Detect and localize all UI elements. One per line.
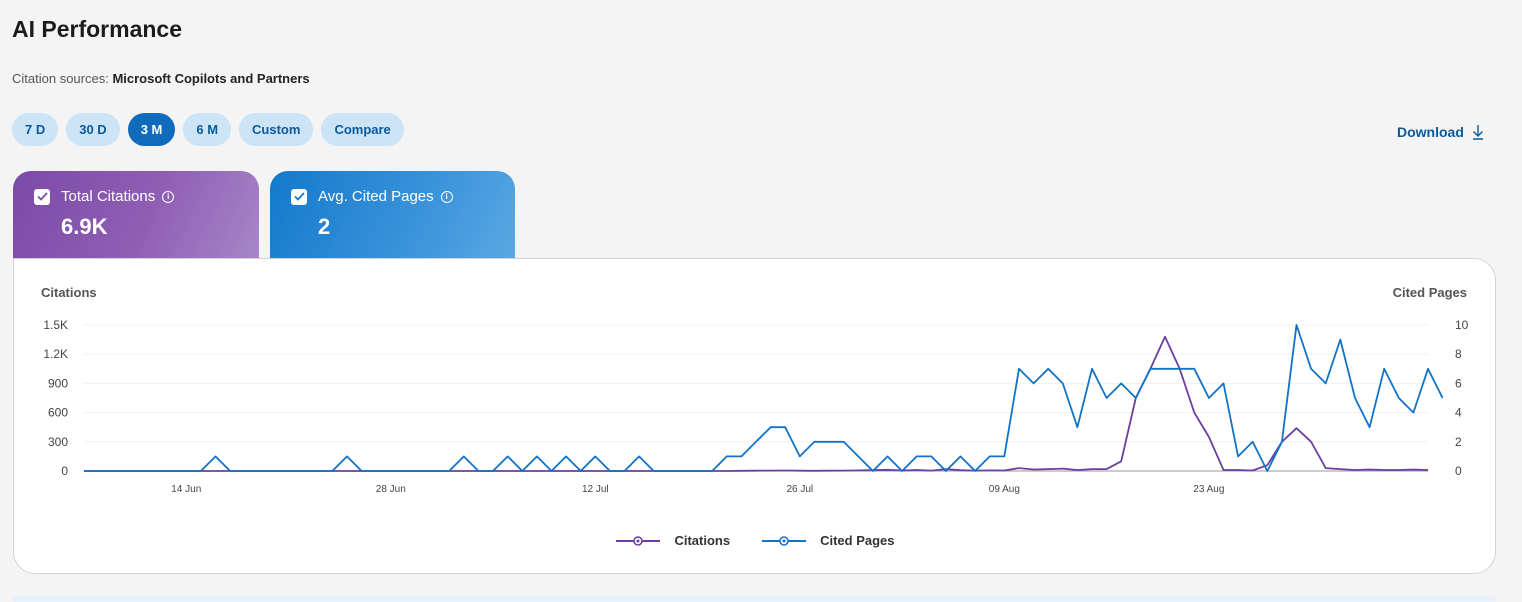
range-30d-button[interactable]: 30 D [66, 113, 120, 146]
avg-cited-pages-card[interactable]: Avg. Cited Pages i 2 [270, 171, 515, 261]
cited-pages-series-line [84, 324, 1444, 472]
y-right-tick-label: 4 [1455, 406, 1462, 420]
download-label: Download [1397, 124, 1464, 140]
range-compare-button[interactable]: Compare [321, 113, 404, 146]
chart-panel: Citations Cited Pages 0 0 300 2 600 4 900 6 1.2K… [13, 258, 1496, 574]
line-chart: 0 0 300 2 600 4 900 6 1.2K 8 1.5K 10 14 Jun 28 Jun 12 … [43, 318, 1469, 495]
total-citations-checkbox[interactable] [34, 188, 50, 205]
y-left-tick-label: 300 [48, 435, 68, 449]
date-range-selector: 7 D 30 D 3 M 6 M Custom Compare [12, 113, 404, 146]
total-citations-card[interactable]: Total Citations i 6.9K [13, 171, 259, 261]
y-right-tick-label: 8 [1455, 347, 1462, 361]
total-citations-value: 6.9K [61, 214, 108, 239]
x-tick-label: 26 Jul [786, 484, 813, 495]
legend-citations-label: Citations [674, 533, 731, 548]
y-left-tick-label: 900 [48, 376, 68, 390]
download-icon [1472, 125, 1483, 140]
legend-citations[interactable]: Citations [616, 533, 730, 548]
avg-cited-pages-label: Avg. Cited Pages [318, 188, 434, 205]
x-tick-label: 14 Jun [171, 484, 201, 495]
legend-cited-pages-label: Cited Pages [820, 533, 895, 548]
info-icon[interactable]: i [440, 190, 453, 203]
range-3m-button[interactable]: 3 M [127, 113, 176, 146]
sources-value: Microsoft Copilots and Partners [112, 71, 310, 86]
info-icon[interactable]: i [162, 190, 175, 203]
chart-legend: Citations Cited Pages [14, 533, 1497, 548]
checkmark-icon [293, 192, 305, 201]
x-tick-label: 23 Aug [1193, 484, 1224, 495]
range-6m-button[interactable]: 6 M [183, 113, 232, 146]
x-tick-label: 09 Aug [989, 484, 1020, 495]
checkmark-icon [36, 192, 48, 201]
y-right-tick-label: 6 [1455, 376, 1462, 390]
y-right-tick-label: 2 [1455, 435, 1462, 449]
avg-cited-pages-value: 2 [318, 214, 331, 239]
download-button[interactable]: Download [1397, 124, 1484, 140]
range-7d-button[interactable]: 7 D [12, 113, 59, 146]
x-tick-label: 28 Jun [376, 484, 406, 495]
y-right-tick-label: 0 [1455, 464, 1462, 478]
y-right-tick-label: 10 [1455, 318, 1469, 332]
next-section-edge [13, 596, 1496, 602]
legend-citations-swatch [616, 535, 661, 546]
y-left-tick-label: 0 [61, 464, 68, 478]
citation-sources: Citation sources: Microsoft Copilots and… [12, 71, 310, 86]
sources-label: Citation sources: [12, 71, 109, 86]
y-left-tick-label: 600 [48, 406, 68, 420]
y-left-tick-label: 1.2K [43, 347, 68, 361]
x-tick-label: 12 Jul [582, 484, 609, 495]
citations-series-line [84, 335, 1429, 472]
avg-cited-pages-checkbox[interactable] [291, 188, 307, 205]
legend-cited-pages-swatch [762, 535, 807, 546]
total-citations-label: Total Citations [61, 188, 156, 205]
page-title: AI Performance [12, 16, 183, 42]
range-custom-button[interactable]: Custom [239, 113, 314, 146]
legend-cited-pages[interactable]: Cited Pages [762, 533, 895, 548]
y-left-tick-label: 1.5K [43, 318, 68, 332]
